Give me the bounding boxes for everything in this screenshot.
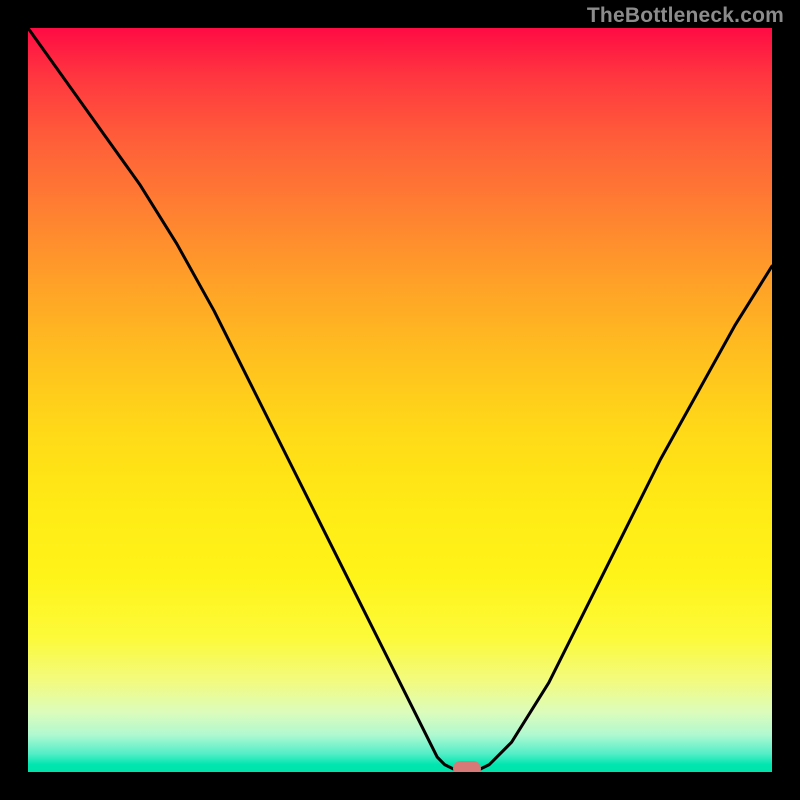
optimum-marker [453, 761, 481, 772]
plot-area [28, 28, 772, 772]
watermark: TheBottleneck.com [587, 4, 784, 28]
chart-frame: TheBottleneck.com [0, 0, 800, 800]
bottleneck-curve [28, 28, 772, 772]
